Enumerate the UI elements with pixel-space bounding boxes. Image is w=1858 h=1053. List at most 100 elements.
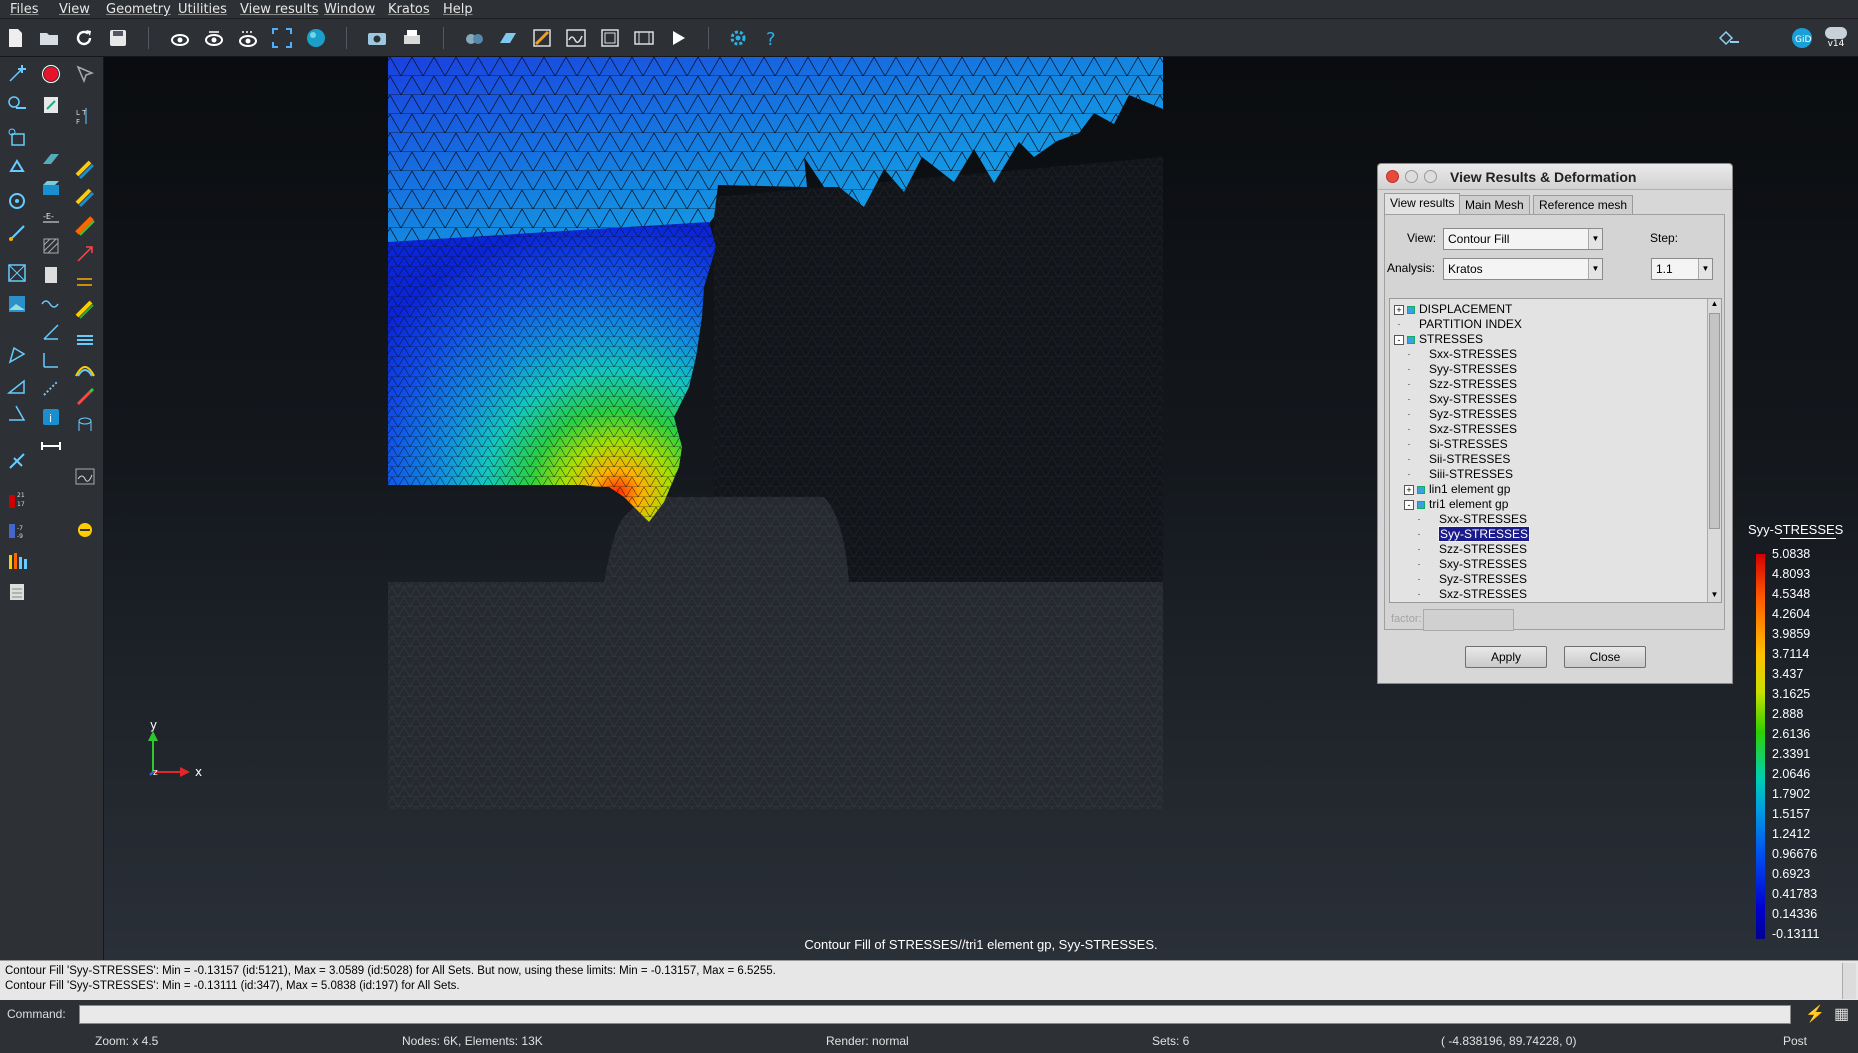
close-window-icon[interactable] bbox=[1386, 170, 1399, 183]
message-scrollbar[interactable] bbox=[1842, 963, 1856, 999]
wave-icon[interactable] bbox=[38, 291, 64, 317]
color-stripe-icon[interactable] bbox=[72, 157, 98, 183]
triangle-icon[interactable] bbox=[4, 373, 30, 399]
axis-xyz-icon[interactable] bbox=[38, 347, 64, 373]
lightning-icon[interactable]: ⚡ bbox=[1805, 1004, 1825, 1024]
close-button[interactable]: Close bbox=[1564, 646, 1646, 668]
view-select[interactable]: Contour Fill ▼ bbox=[1443, 228, 1603, 250]
view-rotate-icon[interactable] bbox=[201, 25, 227, 51]
tree-item[interactable]: · Sxy-STRESSES bbox=[1404, 392, 1518, 407]
tree-item[interactable]: · Siii-STRESSES bbox=[1404, 467, 1514, 482]
apply-button[interactable]: Apply bbox=[1465, 646, 1547, 668]
minimize-window-icon[interactable] bbox=[1405, 170, 1418, 183]
tree-item[interactable]: · Sxy-STRESSES bbox=[1414, 557, 1528, 572]
prism-icon[interactable] bbox=[4, 342, 30, 368]
tab-main-mesh[interactable]: Main Mesh bbox=[1459, 195, 1530, 215]
tree-item[interactable]: · Sii-STRESSES bbox=[1404, 452, 1511, 467]
tree-item[interactable]: · Syy-STRESSES bbox=[1404, 362, 1518, 377]
tree-item[interactable]: · Sxz-STRESSES bbox=[1414, 587, 1528, 602]
postprocess-icon[interactable] bbox=[461, 25, 487, 51]
move-icon[interactable] bbox=[4, 188, 30, 214]
tree-item[interactable]: + DISPLACEMENT bbox=[1394, 302, 1512, 317]
expand-toggle-icon[interactable]: - bbox=[1404, 499, 1414, 510]
menu-help[interactable]: Help bbox=[443, 2, 473, 17]
bulb-icon[interactable] bbox=[72, 517, 98, 543]
tab-view-results[interactable]: View results bbox=[1384, 193, 1461, 215]
graph-icon[interactable] bbox=[563, 25, 589, 51]
stream-icon[interactable] bbox=[72, 297, 98, 323]
step-select[interactable]: 1.1 ▼ bbox=[1651, 258, 1713, 280]
view-icon[interactable] bbox=[167, 25, 193, 51]
reload-icon[interactable] bbox=[71, 25, 97, 51]
cylinder-icon[interactable] bbox=[72, 413, 98, 439]
open-folder-icon[interactable] bbox=[36, 25, 62, 51]
menu-geometry[interactable]: Geometry bbox=[106, 2, 171, 17]
save-icon[interactable] bbox=[105, 25, 131, 51]
animation-icon[interactable] bbox=[631, 25, 657, 51]
mode-status[interactable]: Post bbox=[1783, 1034, 1807, 1048]
expand-toggle-icon[interactable]: + bbox=[1394, 304, 1404, 315]
render-sphere-icon[interactable] bbox=[303, 25, 329, 51]
layer-icon[interactable] bbox=[495, 25, 521, 51]
minmax-icon[interactable]: -7 -9 bbox=[4, 517, 30, 543]
tree-item[interactable]: · Sxx-STRESSES bbox=[1404, 347, 1518, 362]
menu-utilities[interactable]: Utilities bbox=[178, 2, 227, 17]
axis-xy-icon[interactable] bbox=[38, 319, 64, 345]
tree-item[interactable]: · Sxz-STRESSES bbox=[1404, 422, 1518, 437]
volume-icon[interactable] bbox=[4, 260, 30, 286]
frame-icon[interactable] bbox=[597, 25, 623, 51]
record-icon[interactable] bbox=[38, 61, 64, 87]
iso-lines-icon[interactable] bbox=[72, 327, 98, 353]
tree-item[interactable]: · PARTITION INDEX bbox=[1394, 317, 1522, 332]
contour-icon[interactable] bbox=[529, 25, 555, 51]
tree-item[interactable]: · Syz-STRESSES bbox=[1414, 572, 1528, 587]
brush-icon[interactable] bbox=[72, 384, 98, 410]
new-file-icon[interactable] bbox=[2, 25, 28, 51]
hatch-icon[interactable] bbox=[38, 233, 64, 259]
tree-item[interactable]: ·Si-STRESSES bbox=[1414, 602, 1518, 603]
menu-view[interactable]: View bbox=[59, 2, 90, 17]
recycle-icon[interactable] bbox=[4, 156, 30, 182]
zoom-frame-icon[interactable] bbox=[269, 25, 295, 51]
gradient-icon[interactable] bbox=[72, 213, 98, 239]
tree-item[interactable]: · Syy-STRESSES bbox=[1414, 526, 1531, 542]
cut-icon[interactable] bbox=[4, 448, 30, 474]
results-tree[interactable]: + DISPLACEMENT · PARTITION INDEX - STRESSES · S… bbox=[1389, 298, 1722, 603]
factor-input[interactable] bbox=[1423, 609, 1514, 631]
measure-icon[interactable] bbox=[4, 220, 30, 246]
create-line-icon[interactable] bbox=[4, 92, 30, 118]
render-status[interactable]: Render: normal bbox=[826, 1034, 909, 1048]
maximize-window-icon[interactable] bbox=[1424, 170, 1437, 183]
menu-view-results[interactable]: View results bbox=[240, 2, 319, 17]
menu-kratos[interactable]: Kratos bbox=[388, 2, 430, 17]
box-icon[interactable] bbox=[38, 175, 64, 201]
expand-toggle-icon[interactable]: + bbox=[1404, 484, 1414, 495]
analysis-select[interactable]: Kratos ▼ bbox=[1443, 258, 1603, 280]
settings-icon[interactable] bbox=[725, 25, 751, 51]
info-icon[interactable]: i bbox=[38, 404, 64, 430]
camera-icon[interactable] bbox=[364, 25, 390, 51]
edit-icon[interactable] bbox=[38, 92, 64, 118]
expand-toggle-icon[interactable]: - bbox=[1394, 334, 1404, 345]
graph-line-icon[interactable] bbox=[72, 464, 98, 490]
draw-arrow-icon[interactable] bbox=[1716, 25, 1742, 51]
tree-item[interactable]: · Syz-STRESSES bbox=[1404, 407, 1518, 422]
tree-item[interactable]: - tri1 element gp bbox=[1404, 497, 1508, 512]
eraser-icon[interactable] bbox=[38, 146, 64, 172]
vector-icon[interactable] bbox=[72, 241, 98, 267]
dotted-line-icon[interactable] bbox=[38, 375, 64, 401]
menu-window[interactable]: Window bbox=[324, 2, 375, 17]
tree-item[interactable]: - STRESSES bbox=[1394, 332, 1483, 347]
print-icon[interactable] bbox=[399, 25, 425, 51]
tree-item[interactable]: · Szz-STRESSES bbox=[1404, 377, 1518, 392]
element-label-icon[interactable]: -E- bbox=[38, 204, 64, 230]
tree-item[interactable]: · Sxx-STRESSES bbox=[1414, 512, 1528, 527]
arrows-icon[interactable] bbox=[72, 269, 98, 295]
tab-reference-mesh[interactable]: Reference mesh bbox=[1533, 195, 1634, 215]
command-input[interactable] bbox=[79, 1005, 1791, 1024]
ruler-icon[interactable] bbox=[38, 433, 64, 459]
tree-item[interactable]: ·Si-STRESSES bbox=[1404, 437, 1508, 452]
tree-item[interactable]: + lin1 element gp bbox=[1404, 482, 1510, 497]
mesh-quality-icon[interactable]: 21 17 bbox=[4, 487, 30, 513]
ltf-icon[interactable]: L TF bbox=[72, 103, 98, 129]
